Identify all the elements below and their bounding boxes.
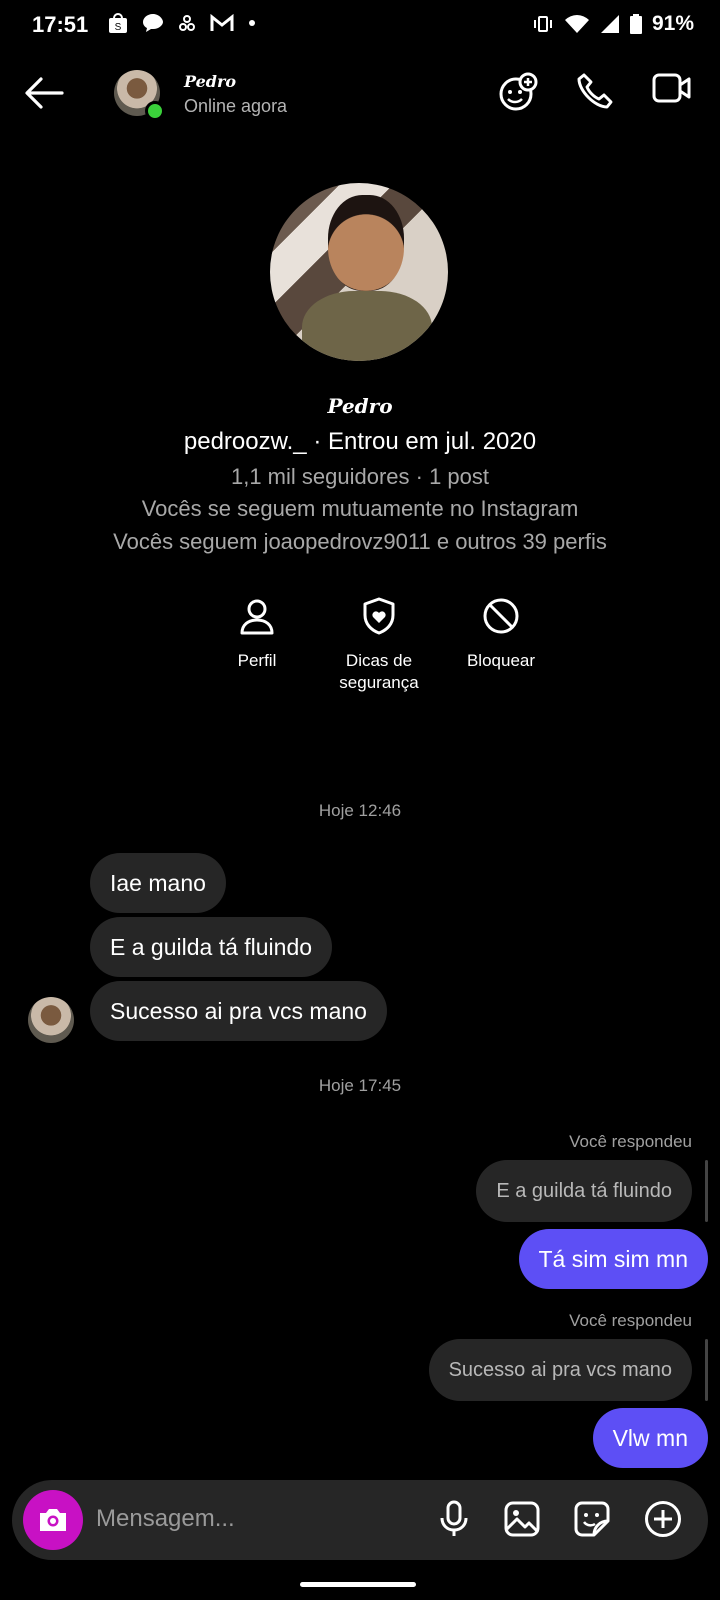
timestamp: Hoje 12:46 [318, 801, 402, 820]
camera-icon [40, 1509, 66, 1531]
notification-icons: S [108, 12, 256, 34]
safety-tips-label: Dicas de segurança [339, 651, 419, 692]
profile-button[interactable]: Perfil [196, 596, 318, 694]
system-icons: 91% [532, 12, 694, 36]
svg-text:S: S [115, 22, 122, 33]
message-outgoing[interactable]: Tá sim sim mn [518, 1229, 708, 1289]
timestamp: Hoje 17:45 [318, 1076, 402, 1095]
add-people-icon[interactable] [498, 72, 538, 112]
message-incoming[interactable]: E a guilda tá fluindo [90, 917, 333, 977]
avatar-face [328, 195, 404, 291]
battery-icon [629, 14, 642, 34]
camera-button[interactable] [23, 1490, 83, 1550]
message-input[interactable]: Mensagem... [96, 1505, 235, 1533]
shopee-icon: S [109, 13, 127, 33]
profile-mutual-follows: Vocês seguem joaopedrovz9011 e outros 39… [113, 529, 607, 554]
signal-icon [600, 15, 619, 33]
profile-mutual: Vocês se seguem mutuamente no Instagram [141, 496, 579, 521]
back-button[interactable] [24, 76, 64, 115]
app-notification-icon [179, 15, 195, 31]
block-button[interactable]: Bloquear [440, 596, 562, 694]
block-label: Bloquear [466, 651, 536, 670]
quoted-message[interactable]: Sucesso ai pra vcs mano [428, 1339, 692, 1401]
wifi-icon [564, 15, 589, 33]
sender-avatar[interactable] [28, 997, 74, 1043]
microphone-icon[interactable] [438, 1500, 470, 1538]
quote-bar [705, 1160, 708, 1222]
home-indicator[interactable] [300, 1582, 416, 1587]
profile-button-label: Perfil [237, 651, 277, 670]
shield-heart-icon [363, 597, 395, 635]
profile-avatar[interactable] [270, 183, 448, 361]
composer-actions [438, 1500, 682, 1538]
profile-followers: 1,1 mil seguidores · 1 post [230, 464, 490, 489]
message-incoming[interactable]: Iae mano [90, 853, 226, 913]
profile-name: Pedro [327, 394, 393, 418]
quote-bar [705, 1339, 708, 1401]
vibrate-icon [533, 16, 552, 32]
online-indicator [145, 101, 165, 121]
header-status: Online agora [184, 96, 288, 116]
header-name[interactable]: Pedro [184, 72, 236, 91]
arrow-left-icon [25, 77, 64, 109]
avatar-body [302, 291, 432, 361]
dot-icon [249, 20, 255, 26]
reply-label: Você respondeu [569, 1132, 692, 1151]
gallery-icon[interactable] [504, 1501, 540, 1537]
block-icon [483, 598, 519, 634]
status-time: 17:51 [32, 12, 89, 37]
chat-notification-icon [143, 14, 163, 32]
plus-circle-icon[interactable] [644, 1500, 682, 1538]
phone-icon[interactable] [576, 72, 614, 110]
video-call-icon[interactable] [652, 72, 692, 104]
header-actions [498, 72, 692, 112]
sticker-icon[interactable] [574, 1501, 610, 1537]
person-icon [240, 599, 274, 635]
message-outgoing[interactable]: Vlw mn [592, 1408, 708, 1468]
message-incoming[interactable]: Sucesso ai pra vcs mano [90, 981, 387, 1041]
gmail-icon [210, 14, 234, 31]
profile-actions: Perfil Dicas de segurança Bloquear [196, 596, 562, 694]
profile-username-joined: pedroozw._ · Entrou em jul. 2020 [183, 428, 537, 455]
safety-tips-button[interactable]: Dicas de segurança [318, 596, 440, 694]
reply-label: Você respondeu [569, 1311, 692, 1330]
battery-percent: 91% [651, 12, 694, 35]
quoted-message[interactable]: E a guilda tá fluindo [476, 1160, 692, 1222]
